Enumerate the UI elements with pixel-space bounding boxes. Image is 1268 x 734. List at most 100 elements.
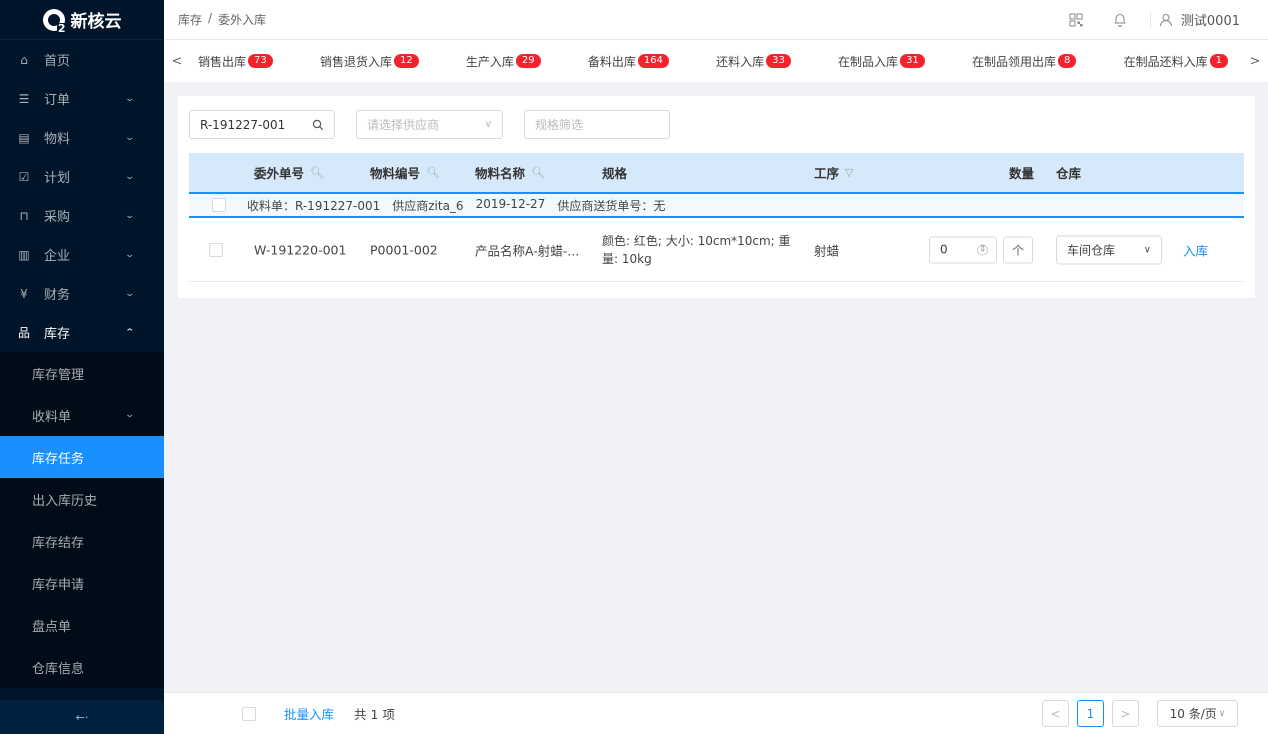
sidebar-item-plan[interactable]: ☑ 计划 ⌄	[0, 157, 164, 196]
breadcrumb-item-inventory[interactable]: 库存	[178, 11, 202, 28]
sidebar-item-materials[interactable]: ▤ 物料 ⌄	[0, 118, 164, 157]
tabs-prev-icon[interactable]: <	[164, 54, 190, 69]
next-page-button[interactable]: >	[1112, 700, 1139, 727]
tab-label: 在制品入库	[838, 54, 899, 69]
row-checkbox[interactable]	[209, 242, 223, 257]
tab-wip-requisition-outbound[interactable]: 在制品领用出库 8	[972, 53, 1077, 70]
tab-material-return-inbound[interactable]: 还料入库 33	[716, 53, 791, 70]
search-icon[interactable]	[312, 119, 324, 131]
chevron-down-icon: ⌄	[124, 410, 136, 420]
pagination: < 1 > 10 条/页 ∨	[1042, 700, 1238, 727]
tab-wip-inbound[interactable]: 在制品入库 31	[838, 53, 925, 70]
search-icon[interactable]: 🔍︎	[310, 166, 324, 179]
page-number-button[interactable]: 1	[1077, 700, 1104, 727]
tab-list: 销售出库 73 销售退货入库 12 生产入库 29 备料出库 164 还料入库 33 在制…	[190, 53, 1242, 70]
count-badge: 73	[248, 54, 273, 68]
sidebar-subitem-label: 库存管理	[32, 367, 85, 383]
supplier-select[interactable]: 请选择供应商 ∨	[356, 110, 503, 139]
sidebar-subitem-stocktake[interactable]: 盘点单	[0, 604, 164, 646]
enterprise-icon: ▥	[18, 247, 30, 262]
sidebar-item-orders[interactable]: ☰ 订单 ⌄	[0, 79, 164, 118]
batch-inbound-button[interactable]: 批量入库	[284, 704, 334, 723]
select-all-checkbox[interactable]	[242, 706, 256, 721]
tab-wip-return-inbound[interactable]: 在制品还料入库 1	[1124, 53, 1228, 70]
qrcode-icon[interactable]	[1054, 0, 1098, 40]
sidebar-item-finance[interactable]: ¥ 财务 ⌄	[0, 274, 164, 313]
cell-spec: 颜色: 红色; 大小: 10cm*10cm; 重量: 10kg	[602, 233, 791, 266]
sidebar-item-home[interactable]: ⌂ 首页	[0, 40, 164, 79]
group-checkbox[interactable]	[212, 198, 226, 212]
sidebar-subitem-stock-balance[interactable]: 库存结存	[0, 520, 164, 562]
supplier-placeholder: 请选择供应商	[367, 118, 440, 132]
warehouse-select[interactable]: 车间仓库 ∨	[1056, 235, 1162, 264]
quantity-input[interactable]: 0 ⇕	[929, 236, 997, 263]
user-icon	[1159, 13, 1172, 26]
app-logo[interactable]: 新核云	[0, 0, 164, 40]
outsourcing-inbound-card: R-191227-001 请选择供应商 ∨ 规格筛选 委外单号 🔍︎ 物料编号 🔍︎…	[178, 96, 1255, 298]
tab-material-prep-outbound[interactable]: 备料出库 164	[588, 53, 669, 70]
sidebar-item-enterprise[interactable]: ▥ 企业 ⌄	[0, 235, 164, 274]
tab-production-inbound[interactable]: 生产入库 29	[466, 53, 541, 70]
plan-icon: ☑	[18, 169, 30, 184]
col-label: 仓库	[1056, 166, 1082, 181]
user-menu[interactable]: 测试0001	[1159, 10, 1268, 29]
sidebar-subitem-inventory-management[interactable]: 库存管理	[0, 352, 164, 394]
sidebar-subitem-receipts[interactable]: 收料单 ⌄	[0, 394, 164, 436]
tab-label: 还料入库	[716, 54, 765, 69]
tab-sales-outbound[interactable]: 销售出库 73	[198, 53, 273, 70]
tab-label: 销售出库	[198, 54, 247, 69]
quantity-value: 0	[940, 242, 948, 257]
col-material-code: 物料编号 🔍︎	[370, 163, 440, 182]
sidebar-subitem-stock-requests[interactable]: 库存申请	[0, 562, 164, 604]
count-badge: 33	[766, 54, 791, 68]
col-label: 规格	[602, 166, 628, 181]
header-divider	[1149, 10, 1151, 29]
tab-label: 生产入库	[465, 54, 514, 69]
cell-process: 射蜡	[814, 243, 840, 258]
tab-sales-return-inbound[interactable]: 销售退货入库 12	[320, 53, 419, 70]
top-header: 库存 / 委外入库 测试0001	[164, 0, 1268, 40]
sidebar-item-label: 库存	[44, 327, 71, 342]
count-badge: 12	[393, 54, 419, 68]
fill-up-button[interactable]: 个	[1003, 236, 1033, 263]
receipt-date: 2019-12-27	[475, 196, 546, 211]
delivery-no: 供应商送货单号：无	[557, 198, 666, 213]
quantity-stepper[interactable]: ⇕	[977, 244, 988, 255]
sidebar-item-label: 采购	[44, 210, 71, 225]
inbound-link[interactable]: 入库	[1183, 240, 1208, 259]
purchase-icon: ⊓	[19, 208, 29, 223]
prev-page-button[interactable]: <	[1042, 700, 1069, 727]
chevron-down-icon: ⌄	[124, 132, 136, 143]
cell-material-code: P0001-002	[370, 242, 438, 257]
col-label: 数量	[1009, 166, 1035, 181]
sidebar-item-label: 首页	[44, 54, 71, 69]
bell-icon[interactable]	[1098, 0, 1142, 40]
receipt-search-input[interactable]: R-191227-001	[189, 110, 335, 139]
spec-filter-input[interactable]: 规格筛选	[524, 110, 670, 139]
sidebar-subitem-io-history[interactable]: 出入库历史	[0, 478, 164, 520]
filter-icon[interactable]: ▽	[845, 166, 853, 179]
sidebar-subitem-label: 库存任务	[32, 451, 85, 467]
breadcrumb-item-current: 委外入库	[218, 13, 267, 27]
receipt-no: 收料单：R-191227-001	[247, 198, 381, 213]
table-row: W-191220-001 P0001-002 产品名称A-射蜡-... 颜色: …	[189, 218, 1244, 282]
sidebar-item-inventory[interactable]: 品 库存 ⌃	[0, 313, 164, 352]
search-icon[interactable]: 🔍︎	[426, 166, 440, 179]
supplier-name: 供应商zita_6	[392, 198, 464, 213]
tabs-next-icon[interactable]: >	[1242, 54, 1268, 69]
spec-placeholder: 规格筛选	[535, 118, 584, 132]
chevron-down-icon: ⌄	[124, 288, 136, 299]
sidebar-subitem-warehouse-info[interactable]: 仓库信息	[0, 646, 164, 688]
sidebar-collapse-button[interactable]: ←·	[0, 700, 164, 734]
count-badge: 164	[637, 54, 669, 68]
sidebar-subitem-inventory-tasks[interactable]: 库存任务	[0, 436, 164, 478]
sidebar-subitem-label: 出入库历史	[32, 493, 98, 509]
chevron-down-icon: ∨	[1218, 708, 1226, 719]
col-process: 工序 ▽	[814, 163, 853, 182]
search-icon[interactable]: 🔍︎	[531, 166, 545, 179]
breadcrumb-separator: /	[208, 11, 213, 25]
app-name: 新核云	[70, 12, 122, 32]
page-size-select[interactable]: 10 条/页 ∨	[1157, 700, 1238, 727]
warehouse-value: 车间仓库	[1067, 243, 1116, 257]
sidebar-item-purchase[interactable]: ⊓ 采购 ⌄	[0, 196, 164, 235]
